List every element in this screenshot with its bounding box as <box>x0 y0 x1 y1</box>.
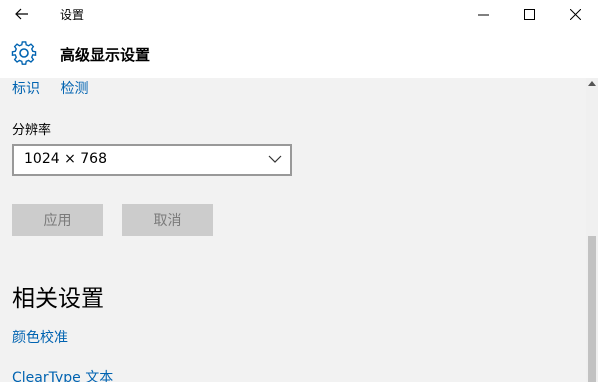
back-button[interactable] <box>0 0 44 28</box>
detect-link[interactable]: 检测 <box>60 81 88 97</box>
resolution-dropdown[interactable]: 1024 × 768 <box>12 144 292 176</box>
resolution-value: 1024 × 768 <box>24 151 107 167</box>
scroll-up-arrow-icon[interactable] <box>588 80 596 86</box>
chevron-down-icon <box>268 155 282 163</box>
cancel-button[interactable]: 取消 <box>122 204 213 236</box>
color-calibration-link[interactable]: 颜色校准 <box>12 327 68 347</box>
display-links: 标识 检测 <box>12 78 104 98</box>
resolution-label: 分辨率 <box>12 123 52 138</box>
page-title: 高级显示设置 <box>60 46 151 64</box>
scrollbar[interactable] <box>586 78 598 382</box>
gear-icon <box>11 41 37 65</box>
close-icon <box>569 8 581 20</box>
scroll-thumb[interactable] <box>588 236 596 382</box>
app-title: 设置 <box>60 8 85 22</box>
back-arrow-icon <box>15 8 28 20</box>
page-header: 高级显示设置 <box>0 28 598 78</box>
apply-button[interactable]: 应用 <box>12 204 103 236</box>
settings-content: 标识 检测 分辨率 1024 × 768 应用 取消 相关设置 颜色校准 Cle… <box>0 78 586 382</box>
title-bar: 设置 <box>0 0 598 28</box>
close-button[interactable] <box>552 0 598 28</box>
cleartype-text-link[interactable]: ClearType 文本 <box>12 367 113 382</box>
identify-link[interactable]: 标识 <box>12 81 40 97</box>
minimize-icon <box>477 14 489 15</box>
maximize-button[interactable] <box>506 0 552 28</box>
maximize-icon <box>523 8 535 20</box>
related-settings-heading: 相关设置 <box>12 286 104 312</box>
minimize-button[interactable] <box>460 0 506 28</box>
